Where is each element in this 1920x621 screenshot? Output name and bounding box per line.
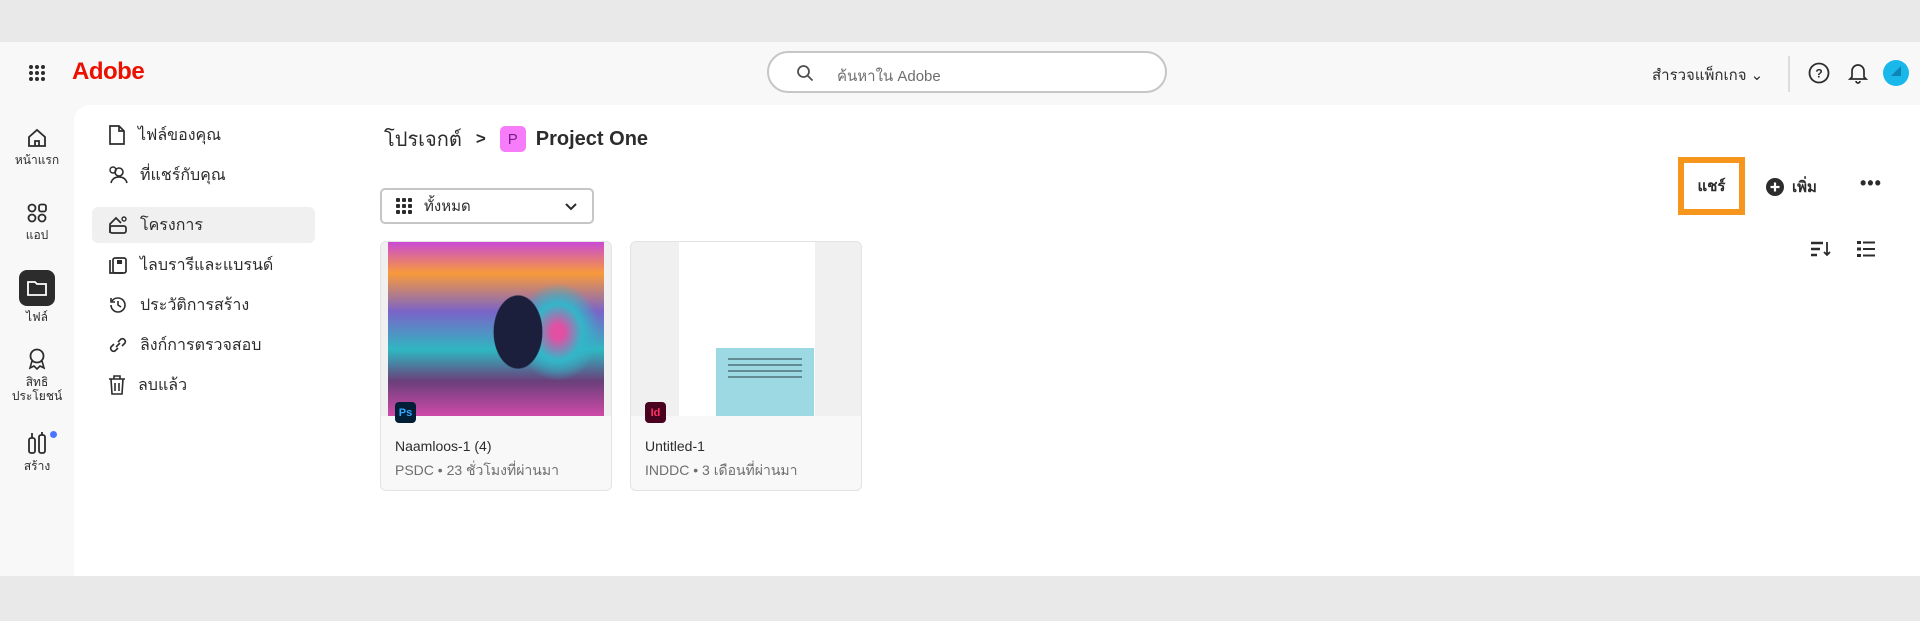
breadcrumb-projects-link[interactable]: โปรเจกต์ xyxy=(384,123,462,155)
nav-label: ลิงก์การตรวจสอบ xyxy=(140,336,262,354)
nav-item-creation-history[interactable]: ประวัติการสร้าง xyxy=(92,287,315,323)
search-input[interactable]: ค้นหาใน Adobe xyxy=(767,51,1167,93)
rail-label: สร้าง xyxy=(23,459,51,473)
grid-icon xyxy=(396,198,412,214)
trash-icon xyxy=(109,375,125,395)
apps-icon xyxy=(27,203,47,223)
list-view-icon[interactable] xyxy=(1856,239,1876,259)
rail-label: แอป xyxy=(25,228,49,242)
indesign-icon: Id xyxy=(645,402,666,423)
home-icon xyxy=(28,128,46,147)
add-label: เพิ่ม xyxy=(1792,179,1817,196)
nav-label: ที่แชร์กับคุณ xyxy=(140,166,226,184)
project-badge: P xyxy=(499,126,526,152)
nav-item-deleted[interactable]: ลบแล้ว xyxy=(92,367,315,403)
chevron-down-icon xyxy=(565,203,577,211)
file-card[interactable]: Id Untitled-1 INDDC • 3 เดือนที่ผ่านมา xyxy=(630,241,862,491)
main-panel: ไฟล์ของคุณ ที่แชร์กับคุณ โครงการ ไลบรารี… xyxy=(74,105,1920,576)
search-icon xyxy=(797,65,814,82)
link-icon xyxy=(109,337,127,353)
file-icon xyxy=(109,125,125,145)
rail-label: ไฟล์ xyxy=(26,310,48,324)
plus-circle-icon xyxy=(1766,178,1784,196)
file-name: Naamloos-1 (4) xyxy=(395,438,492,454)
page-title: Project One xyxy=(535,127,649,150)
file-thumbnail xyxy=(381,242,611,416)
create-tools-icon xyxy=(28,432,46,454)
nav-label: ลบแล้ว xyxy=(138,376,188,394)
share-button[interactable]: แชร์ xyxy=(1678,157,1745,215)
rail-item-apps[interactable]: แอป xyxy=(0,202,74,242)
adobe-logo[interactable]: Adobe xyxy=(72,58,145,86)
breadcrumb: โปรเจกต์ > P Project One xyxy=(384,123,648,155)
sort-icon[interactable] xyxy=(1810,240,1832,258)
nav-item-your-files[interactable]: ไฟล์ของคุณ xyxy=(92,117,315,153)
divider xyxy=(1788,56,1790,92)
file-name: Untitled-1 xyxy=(645,438,705,454)
more-options-button[interactable]: ••• xyxy=(1860,173,1882,194)
nav-item-projects[interactable]: โครงการ xyxy=(92,207,315,243)
award-icon xyxy=(28,348,46,371)
photoshop-icon: Ps xyxy=(395,402,416,423)
nav-item-review-links[interactable]: ลิงก์การตรวจสอบ xyxy=(92,327,315,363)
nav-item-libraries-brands[interactable]: ไลบรารีและแบรนด์ xyxy=(92,247,315,283)
user-avatar[interactable] xyxy=(1883,60,1909,86)
app-window: Adobe ค้นหาใน Adobe สำรวจแพ็กเกจ ⌄ ? หน้… xyxy=(0,42,1920,576)
notification-dot xyxy=(50,431,57,438)
folder-icon xyxy=(27,281,47,296)
search-placeholder: ค้นหาใน Adobe xyxy=(837,68,941,85)
app-switcher-icon[interactable] xyxy=(29,65,45,81)
rail-item-benefits[interactable]: สิทธิ ประโยชน์ xyxy=(0,347,74,403)
breadcrumb-separator: > xyxy=(475,129,486,148)
explore-plans-dropdown[interactable]: สำรวจแพ็กเกจ ⌄ xyxy=(1652,63,1763,87)
file-card[interactable]: Ps Naamloos-1 (4) PSDC • 23 ชั่วโมงที่ผ่… xyxy=(380,241,612,491)
chevron-down-icon: ⌄ xyxy=(1750,67,1764,84)
nav-label: โครงการ xyxy=(140,216,203,234)
projects-icon xyxy=(109,216,127,234)
add-button[interactable]: เพิ่ม xyxy=(1766,175,1817,199)
rail-label: สิทธิ ประโยชน์ xyxy=(11,375,63,403)
file-thumbnail xyxy=(631,242,861,416)
bell-icon[interactable] xyxy=(1848,62,1868,84)
svg-text:?: ? xyxy=(1815,67,1822,81)
rail-item-create[interactable]: สร้าง xyxy=(0,431,74,473)
rail-label: หน้าแรก xyxy=(14,153,60,167)
filter-dropdown[interactable]: ทั้งหมด xyxy=(380,188,594,224)
people-icon xyxy=(109,166,128,184)
rail-item-home[interactable]: หน้าแรก xyxy=(0,127,74,167)
explore-label: สำรวจแพ็กเกจ xyxy=(1652,67,1747,84)
nav-label: ไลบรารีและแบรนด์ xyxy=(140,256,274,274)
nav-item-shared-with-you[interactable]: ที่แชร์กับคุณ xyxy=(92,157,315,193)
help-icon[interactable]: ? xyxy=(1808,62,1830,84)
nav-label: ประวัติการสร้าง xyxy=(140,296,250,314)
file-meta: PSDC • 23 ชั่วโมงที่ผ่านมา xyxy=(395,462,559,478)
filter-value: ทั้งหมด xyxy=(424,198,471,215)
nav-label: ไฟล์ของคุณ xyxy=(138,126,222,144)
library-icon xyxy=(109,257,127,274)
rail-item-files[interactable]: ไฟล์ xyxy=(0,270,74,324)
history-icon xyxy=(110,297,126,313)
top-bar: Adobe ค้นหาใน Adobe สำรวจแพ็กเกจ ⌄ ? xyxy=(0,42,1920,105)
file-meta: INDDC • 3 เดือนที่ผ่านมา xyxy=(645,462,798,478)
